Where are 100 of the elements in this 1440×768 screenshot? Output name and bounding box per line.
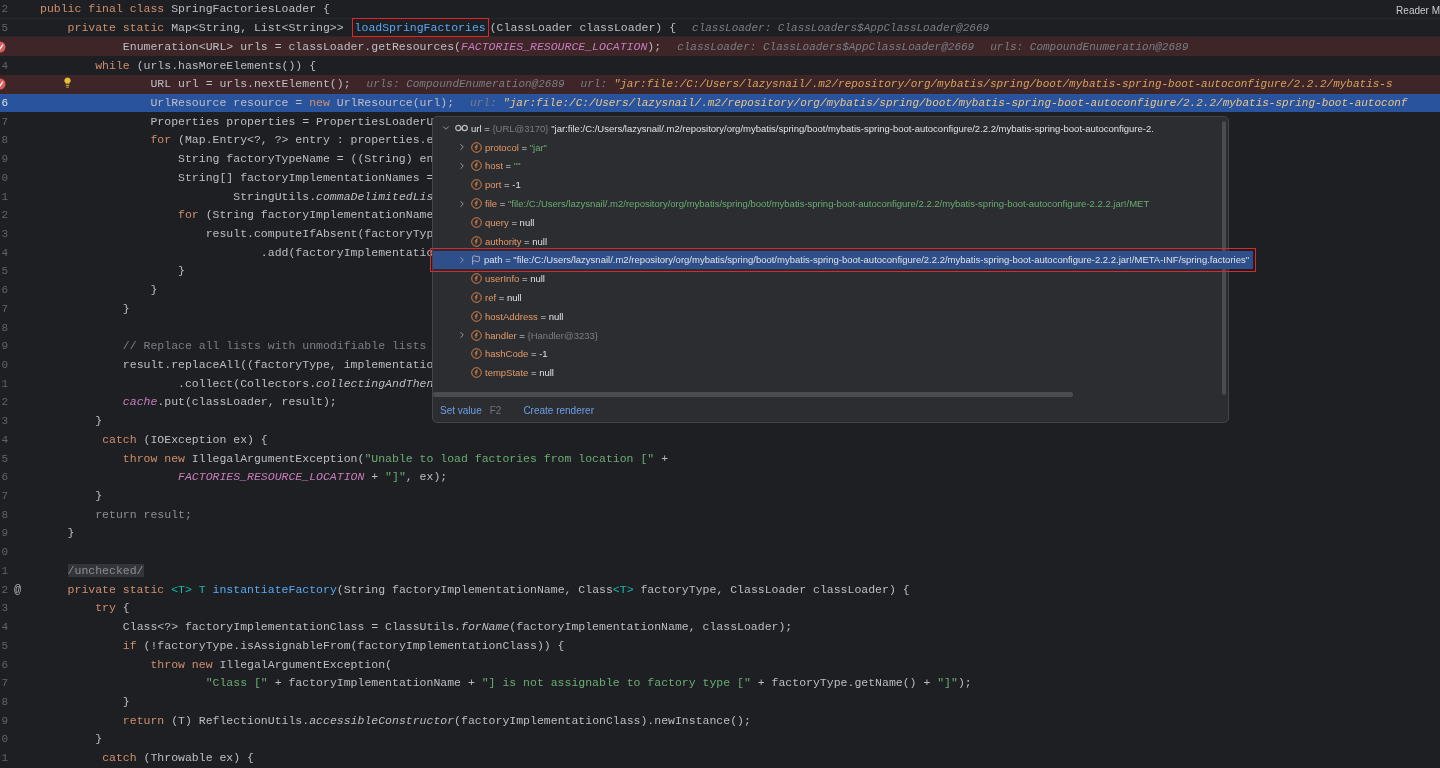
field-icon	[471, 329, 482, 341]
field-icon	[471, 141, 482, 153]
code-line: }	[95, 731, 103, 748]
line-number: 9	[0, 527, 8, 540]
line-number: 7	[0, 490, 8, 503]
code-line: throw new IllegalArgumentException("Unable to load factories from location [" +	[122, 450, 669, 467]
flag-icon	[471, 254, 481, 265]
line-number: 9	[0, 153, 8, 166]
field-icon	[471, 310, 482, 322]
footer-link[interactable]: Create renderer	[523, 405, 594, 416]
tree-row[interactable]: hashCode = -1	[433, 344, 552, 364]
override-marker[interactable]: @	[14, 582, 22, 597]
line-number: 2	[0, 209, 8, 222]
code-line: "Class [" + factoryImplementationName + "] is not assignable to factory type [" + factoryType.getName() + "]");	[205, 675, 972, 692]
tree-row[interactable]: ref = null	[433, 288, 526, 307]
line-number: 7	[0, 677, 8, 690]
line-number: 1	[0, 752, 8, 765]
code-line: }	[95, 413, 103, 430]
tree-row[interactable]: protocol = "jar"	[433, 137, 551, 157]
breakpoint-icon[interactable]	[0, 40, 6, 53]
inline-debug-value: classLoader: ClassLoaders$AppClassLoader@2669	[677, 40, 975, 53]
code-line: return (T) ReflectionUtils.accessibleConstructor(factoryImplementationClass).newInstance();	[122, 712, 751, 729]
reader-mode-label[interactable]: Reader M	[1396, 5, 1440, 16]
lightbulb-icon[interactable]	[62, 76, 73, 88]
line-number: 9	[0, 714, 8, 727]
breakpoint-icon[interactable]	[0, 78, 6, 91]
code-line: }	[122, 300, 130, 317]
line-number: 5	[0, 21, 8, 34]
line-number: 1	[0, 377, 8, 390]
chevron-right-icon[interactable]	[457, 142, 467, 153]
line-number: 4	[0, 433, 8, 446]
inline-debug-value: urls: CompoundEnumeration@2689	[366, 78, 565, 91]
line-number: 4	[0, 246, 8, 259]
code-line: StringUtils.commaDelimitedLis	[233, 188, 434, 205]
line-number: 0	[0, 359, 8, 371]
tree-row[interactable]: file = "file:/C:/Users/lazysnail/.m2/repository/org/mybatis/spring/boot/mybatis-spring-boot-autoconfigure/2.2.2/mybatis-spring-boot-autoconfigure-2.2.2.jar!/MET	[433, 194, 1154, 213]
code-line: }	[122, 693, 130, 710]
code-line: result.replaceAll((factoryType, implementatio	[122, 357, 434, 373]
line-number: 5	[0, 265, 8, 278]
field-icon	[471, 216, 482, 228]
code-line: throw new IllegalArgumentException(	[150, 656, 392, 673]
chevron-right-icon[interactable]	[457, 254, 467, 265]
line-number: 3	[0, 602, 8, 615]
tree-row[interactable]: authority = null	[433, 231, 552, 251]
tree-row[interactable]: host = ""	[433, 156, 525, 176]
code-line: }	[178, 263, 185, 280]
code-line: }	[150, 282, 158, 299]
line-number: 5	[0, 639, 8, 652]
field-icon	[471, 292, 482, 304]
field-icon	[471, 348, 482, 360]
code-line: Enumeration<URL> urls = classLoader.getResources(FACTORIES_RESOURCE_LOCATION);	[122, 38, 662, 55]
tree-row[interactable]: path = "file:/C:/Users/lazysnail/.m2/repository/org/mybatis/spring/boot/mybatis-spring-boot-autoconfigure/2.2.2/mybatis-spring-boot-autoconfigure-2.2.2.jar!/META-INF/spring.factories"	[433, 250, 1254, 270]
code-line: while (urls.hasMoreElements()) {	[95, 57, 317, 74]
code-line: catch (IOException ex) {	[102, 431, 268, 448]
footer-link[interactable]: Set value	[440, 405, 482, 416]
chevron-right-icon[interactable]	[457, 198, 467, 209]
code-line: for (String factoryImplementationName	[178, 207, 434, 224]
code-line: private static Map<String, List<String>> loadSpringFactories (ClassLoader classLoader) {	[67, 18, 677, 37]
horizontal-scrollbar[interactable]	[433, 392, 1073, 397]
shortcut-hint: F2	[489, 405, 502, 416]
code-line: String factoryTypeName = ((String) en	[178, 151, 434, 168]
code-line: private static <T> T instantiateFactory(String factoryImplementationName, Class<T> factoryType, ClassLoader classLoader) {	[67, 581, 910, 598]
line-number: 2	[0, 396, 8, 409]
code-line: .collect(Collectors.collectingAndThen	[178, 375, 434, 392]
field-icon	[471, 160, 482, 172]
line-number: 9	[0, 340, 8, 353]
line-number: 1	[0, 190, 8, 203]
line-number: 4	[0, 59, 8, 72]
tree-row[interactable]: query = null	[433, 213, 539, 232]
line-number: 0	[0, 546, 8, 559]
tree-row[interactable]: tempState = null	[433, 363, 558, 383]
line-number: 6	[0, 284, 8, 297]
chevron-right-icon[interactable]	[457, 330, 467, 341]
code-line: cache.put(classLoader, result);	[122, 394, 337, 411]
code-line: }	[95, 488, 103, 505]
code-line: try {	[95, 600, 130, 617]
line-number: 8	[0, 321, 8, 334]
line-number: 2	[0, 583, 8, 596]
line-number: 6	[0, 658, 8, 671]
inline-debug-value: url: "jar:file:/C:/Users/lazysnail/.m2/repository/org/mybatis/spring/boot/mybatis-spring-boot-autoconfigure/2.2.2/mybatis-spring-boot-autoconf	[470, 96, 1408, 109]
inline-debug-value: url: "jar:file:/C:/Users/lazysnail/.m2/repository/org/mybatis/spring/boot/mybatis-spring-boot-autoconfigure/2.2.2/mybatis-s	[580, 78, 1393, 91]
line-number: 7	[0, 302, 8, 315]
code-line: catch (Throwable ex) {	[102, 750, 254, 767]
line-number: 0	[0, 733, 8, 746]
tree-row[interactable]: userInfo = null	[433, 269, 549, 289]
code-line: result.computeIfAbsent(factoryTyp	[205, 226, 434, 242]
code-line: if (!factoryType.isAssignableFrom(factoryImplementationClass)) {	[122, 637, 565, 654]
tree-row[interactable]: port = -1	[433, 175, 525, 195]
line-number: 6	[0, 471, 8, 484]
tree-row[interactable]: handler = {Handler@3233}	[433, 325, 602, 345]
code-line: return result;	[95, 506, 192, 523]
line-number: 6	[0, 96, 8, 109]
line-number: 4	[0, 621, 8, 634]
glasses-icon	[455, 124, 468, 133]
chevron-right-icon[interactable]	[457, 161, 467, 171]
tree-row[interactable]: url = {URL@3170} "jar:file:/C:/Users/lazysnail/.m2/repository/org/mybatis/spring/boot/mybatis-spring-boot-autoconfigure/2.2.2/mybatis-spring-boot-autoconfigure-2.	[433, 119, 1158, 138]
code-line: // Replace all lists with unmodifiable lists	[122, 338, 427, 355]
line-number: 0	[0, 171, 8, 184]
line-number: 3	[0, 415, 8, 428]
tree-row[interactable]: hostAddress = null	[433, 306, 568, 326]
